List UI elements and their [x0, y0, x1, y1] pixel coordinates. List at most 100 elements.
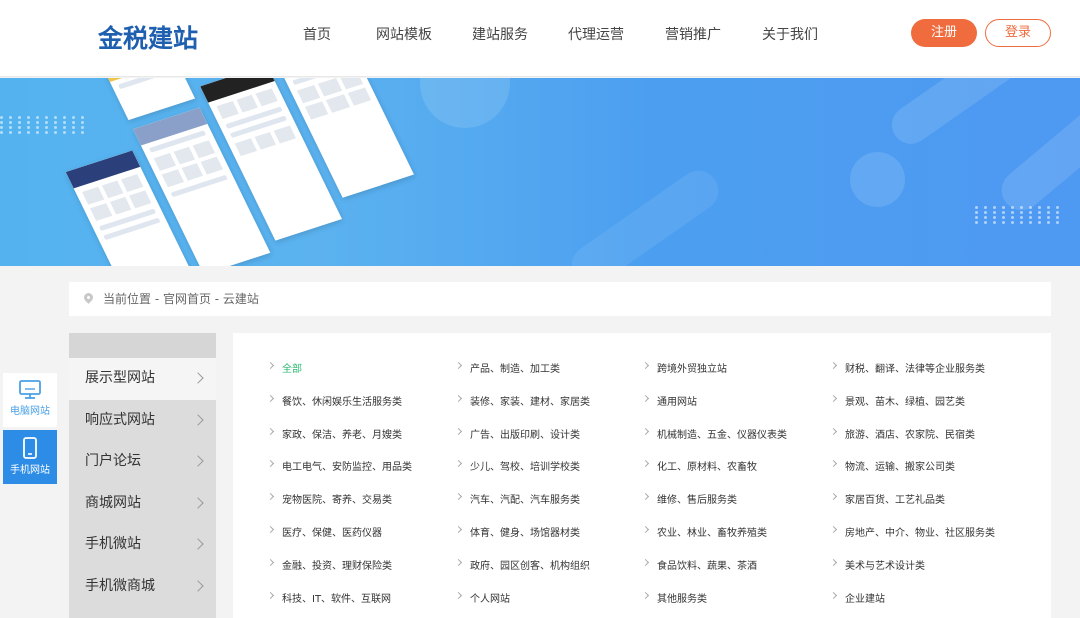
- category-link[interactable]: 美术与艺术设计类: [829, 557, 925, 572]
- category-link[interactable]: 农业、林业、畜牧养殖类: [641, 524, 767, 539]
- site-type-menu: 展示型网站 响应式网站 门户论坛 商城网站 手机微站 手机微商城: [69, 333, 216, 618]
- category-label: 其他服务类: [657, 593, 707, 605]
- category-link[interactable]: 宠物医院、寄养、交易类: [266, 491, 392, 507]
- mobile-website-label: 手机网站: [10, 465, 50, 476]
- nav-templates[interactable]: 网站模板: [354, 0, 454, 70]
- category-link[interactable]: 房地产、中介、物业、社区服务类: [829, 524, 995, 539]
- category-link[interactable]: 企业建站: [829, 590, 885, 605]
- category-link[interactable]: 化工、原材料、农畜牧: [641, 458, 757, 473]
- chevron-right-icon: [266, 558, 275, 566]
- category-link[interactable]: 食品饮料、蔬果、茶酒: [641, 557, 757, 572]
- chevron-right-icon: [454, 525, 463, 534]
- chevron-right-icon: [829, 361, 838, 370]
- category-all-link[interactable]: 全部: [266, 360, 302, 375]
- menu-item-mobile-microshop[interactable]: 手机微商城: [69, 566, 216, 608]
- menu-item-responsive-site[interactable]: 响应式网站: [69, 400, 216, 442]
- category-link[interactable]: 维修、售后服务类: [641, 491, 737, 507]
- category-link[interactable]: 医疗、保健、医药仪器: [266, 524, 382, 539]
- category-link[interactable]: 家居百货、工艺礼品类: [829, 491, 945, 506]
- register-button[interactable]: 注册: [911, 19, 977, 47]
- category-link[interactable]: 餐饮、休闲娱乐生活服务类: [266, 393, 402, 408]
- chevron-right-icon: [641, 493, 650, 501]
- category-link[interactable]: 机械制造、五金、仪器仪表类: [641, 426, 787, 441]
- category-label: 美术与艺术设计类: [845, 560, 925, 572]
- menu-item-display-site[interactable]: 展示型网站: [69, 358, 216, 400]
- category-label: 跨境外贸独立站: [657, 364, 727, 375]
- banner-dot: [1020, 206, 1023, 209]
- nav-marketing[interactable]: 营销推广: [646, 0, 740, 70]
- chevron-right-icon: [454, 493, 463, 501]
- chevron-right-icon: [641, 460, 650, 468]
- industry-category-grid: 全部 产品、制造、加工类 跨境外贸独立站 财税、翻译、法律等企业服务类餐饮、休闲娱乐生…: [233, 333, 1051, 618]
- nav-agency[interactable]: 代理运营: [546, 0, 646, 70]
- chevron-right-icon: [829, 493, 838, 501]
- category-link[interactable]: 跨境外贸独立站: [641, 360, 727, 375]
- category-label: 广告、出版印刷、设计类: [470, 429, 580, 441]
- category-link[interactable]: 金融、投资、理财保险类: [266, 557, 392, 572]
- category-link[interactable]: 景观、苗木、绿植、园艺类: [829, 393, 965, 408]
- chevron-right-icon: [454, 558, 463, 566]
- category-link[interactable]: 通用网站: [641, 393, 697, 408]
- banner-dot: [0, 116, 3, 119]
- menu-item-label: 手机微商城: [85, 577, 155, 594]
- banner-dot: [975, 206, 978, 209]
- nav-home[interactable]: 首页: [280, 0, 354, 70]
- login-button[interactable]: 登录: [985, 19, 1051, 47]
- category-label: 家政、保洁、养老、月嫂类: [282, 429, 402, 441]
- category-label: 物流、运输、搬家公司类: [845, 462, 955, 474]
- banner-dot: [975, 211, 978, 214]
- category-link[interactable]: 装修、家装、建材、家居类: [454, 393, 590, 408]
- category-link[interactable]: 财税、翻译、法律等企业服务类: [829, 360, 985, 375]
- nav-about[interactable]: 关于我们: [740, 0, 840, 70]
- category-label: 旅游、酒店、农家院、民宿类: [845, 429, 975, 441]
- category-link[interactable]: 政府、园区创客、机构组织: [454, 557, 590, 572]
- banner-dot: [1002, 211, 1005, 214]
- category-label: 食品饮料、蔬果、茶酒: [657, 560, 757, 572]
- category-link[interactable]: 广告、出版印刷、设计类: [454, 426, 580, 441]
- banner-dot: [1011, 211, 1014, 214]
- banner-dot: [1011, 216, 1014, 219]
- banner-dot: [1020, 211, 1023, 214]
- pc-website-tab[interactable]: 电脑网站: [3, 373, 57, 427]
- menu-item-portal-forum[interactable]: 门户论坛: [69, 441, 216, 483]
- category-label: 机械制造、五金、仪器仪表类: [657, 429, 787, 441]
- category-link[interactable]: 家政、保洁、养老、月嫂类: [266, 426, 402, 441]
- category-link[interactable]: 其他服务类: [641, 590, 707, 605]
- chevron-right-icon: [266, 493, 275, 501]
- category-label: 房地产、中介、物业、社区服务类: [845, 528, 995, 539]
- menu-item-shop-site[interactable]: 商城网站: [69, 483, 216, 525]
- banner-dot: [984, 221, 987, 224]
- banner-dot: [27, 131, 30, 134]
- category-link[interactable]: 体育、健身、场馆器材类: [454, 524, 580, 539]
- banner-dot: [18, 126, 21, 129]
- category-link[interactable]: 个人网站: [454, 590, 510, 605]
- breadcrumb-text[interactable]: 当前位置 - 官网首页 - 云建站: [103, 292, 259, 306]
- category-link[interactable]: 物流、运输、搬家公司类: [829, 458, 955, 474]
- category-link[interactable]: 产品、制造、加工类: [454, 360, 560, 375]
- hero-banner: [0, 78, 1080, 266]
- category-link[interactable]: 电工电气、安防监控、用品类: [266, 458, 412, 473]
- mobile-website-tab[interactable]: 手机网站: [3, 430, 57, 484]
- banner-dot: [9, 126, 12, 129]
- banner-decor-bar: [884, 78, 1046, 152]
- category-label: 维修、售后服务类: [657, 495, 737, 507]
- category-label: 金融、投资、理财保险类: [282, 560, 392, 572]
- nav-build-service[interactable]: 建站服务: [454, 0, 546, 70]
- category-link[interactable]: 少儿、驾校、培训学校类: [454, 458, 580, 473]
- category-label: 宠物医院、寄养、交易类: [282, 495, 392, 507]
- banner-decor-bar: [563, 162, 727, 266]
- chevron-right-icon: [192, 455, 204, 467]
- chevron-right-icon: [829, 460, 838, 468]
- chevron-right-icon: [641, 591, 650, 599]
- category-link[interactable]: 科技、IT、软件、互联网: [266, 590, 392, 605]
- site-logo[interactable]: 金税建站: [98, 19, 198, 55]
- menu-item-mobile-microsite[interactable]: 手机微站: [69, 524, 216, 566]
- breadcrumb: 当前位置 - 官网首页 - 云建站: [69, 282, 1051, 316]
- category-label: 科技、IT、软件、互联网: [282, 593, 392, 605]
- category-link[interactable]: 汽车、汽配、汽车服务类: [454, 491, 580, 506]
- category-label: 财税、翻译、法律等企业服务类: [845, 364, 985, 375]
- category-label: 装修、家装、建材、家居类: [470, 396, 590, 408]
- banner-dot: [27, 116, 30, 119]
- category-link[interactable]: 旅游、酒店、农家院、民宿类: [829, 426, 975, 441]
- banner-decor-circle: [850, 152, 905, 207]
